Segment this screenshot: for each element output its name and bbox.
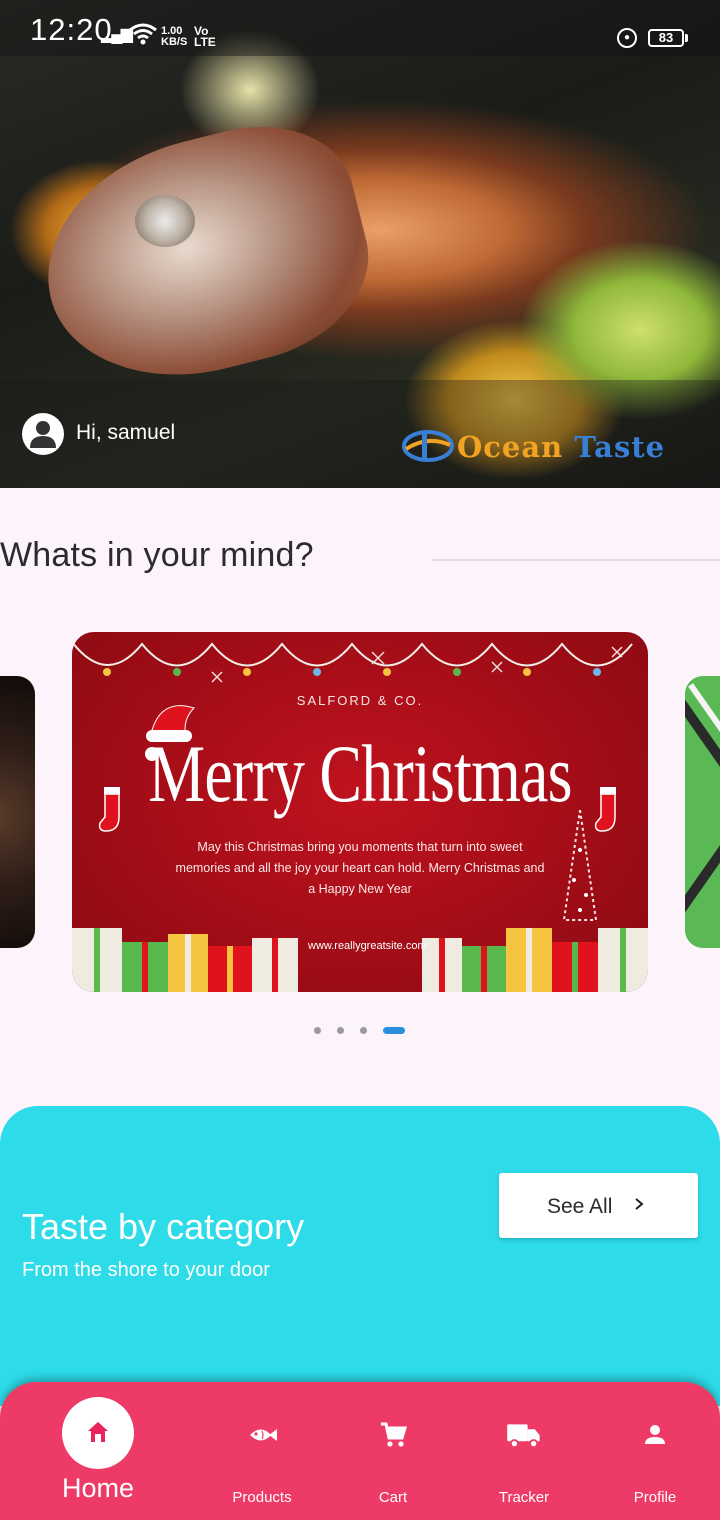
network-type: Vo LTE — [194, 25, 216, 49]
fish-eye-graphic — [135, 195, 195, 247]
carousel-card-previous[interactable] — [0, 676, 35, 948]
grilled-fish-graphic — [21, 104, 389, 406]
stocking-icon — [98, 787, 120, 832]
wifi-icon — [129, 23, 157, 45]
see-all-button[interactable]: See All — [499, 1173, 698, 1238]
carousel-dot[interactable] — [314, 1027, 321, 1034]
fish-icon — [250, 1429, 277, 1441]
category-subtitle: From the shore to your door — [22, 1259, 270, 1281]
carousel-dot-active[interactable] — [383, 1027, 405, 1034]
see-all-label: See All — [547, 1195, 613, 1218]
nav-profile-label: Profile — [633, 1489, 677, 1506]
speed-unit: KB/S — [161, 36, 188, 48]
carousel-banner[interactable]: SALFORD & CO. Merry Christmas May this C… — [72, 632, 648, 992]
logo-text: Ocean Taste — [457, 430, 665, 464]
delivery-truck-icon — [507, 1424, 540, 1449]
logo-word-ocean: Ocean — [457, 430, 564, 464]
chevron-right-icon — [635, 1198, 644, 1210]
logo-word-taste: Taste — [574, 430, 666, 464]
nav-cart[interactable]: Cart — [338, 1410, 448, 1510]
home-icon — [88, 1422, 108, 1442]
rotation-lock-icon: ● — [617, 28, 637, 48]
section-title: Whats in your mind? — [0, 536, 314, 574]
battery-tip — [685, 34, 688, 42]
cart-icon — [381, 1422, 408, 1447]
network-speed: 1.00 KB/S — [161, 26, 187, 48]
avatar[interactable] — [22, 413, 64, 455]
banner-url: www.reallygreatsite.com — [308, 940, 427, 952]
nav-tracker[interactable]: Tracker — [469, 1410, 579, 1510]
divider — [432, 559, 720, 561]
greeting-text: Hi, samuel — [76, 421, 176, 444]
banner-message: May this Christmas bring you moments tha… — [175, 840, 545, 896]
nav-cart-label: Cart — [378, 1489, 408, 1506]
banner-title: Merry Christmas — [148, 728, 572, 819]
carousel-dot[interactable] — [360, 1027, 367, 1034]
nav-home-button[interactable] — [62, 1397, 134, 1469]
nav-products[interactable]: Products — [207, 1410, 317, 1510]
battery-indicator: 83 — [648, 29, 684, 47]
person-icon — [645, 1425, 665, 1444]
nav-profile[interactable]: Profile — [600, 1410, 710, 1510]
category-section — [0, 1106, 720, 1406]
nav-home-label[interactable]: Home — [0, 1473, 196, 1504]
carousel-dot[interactable] — [337, 1027, 344, 1034]
person-icon — [30, 421, 56, 448]
nav-products-label: Products — [232, 1489, 292, 1506]
category-title: Taste by category — [22, 1206, 305, 1247]
carousel-indicator — [0, 1025, 720, 1037]
nav-tracker-label: Tracker — [498, 1489, 550, 1506]
network-bottom: LTE — [194, 35, 216, 49]
flag-stripe — [685, 808, 720, 914]
carousel-card-next[interactable] — [685, 676, 720, 948]
signal-icon: ▂▄▆ — [101, 26, 133, 43]
status-bar: 12:20 ▂▄▆ 1.00 KB/S Vo LTE ● 83 — [0, 0, 720, 56]
